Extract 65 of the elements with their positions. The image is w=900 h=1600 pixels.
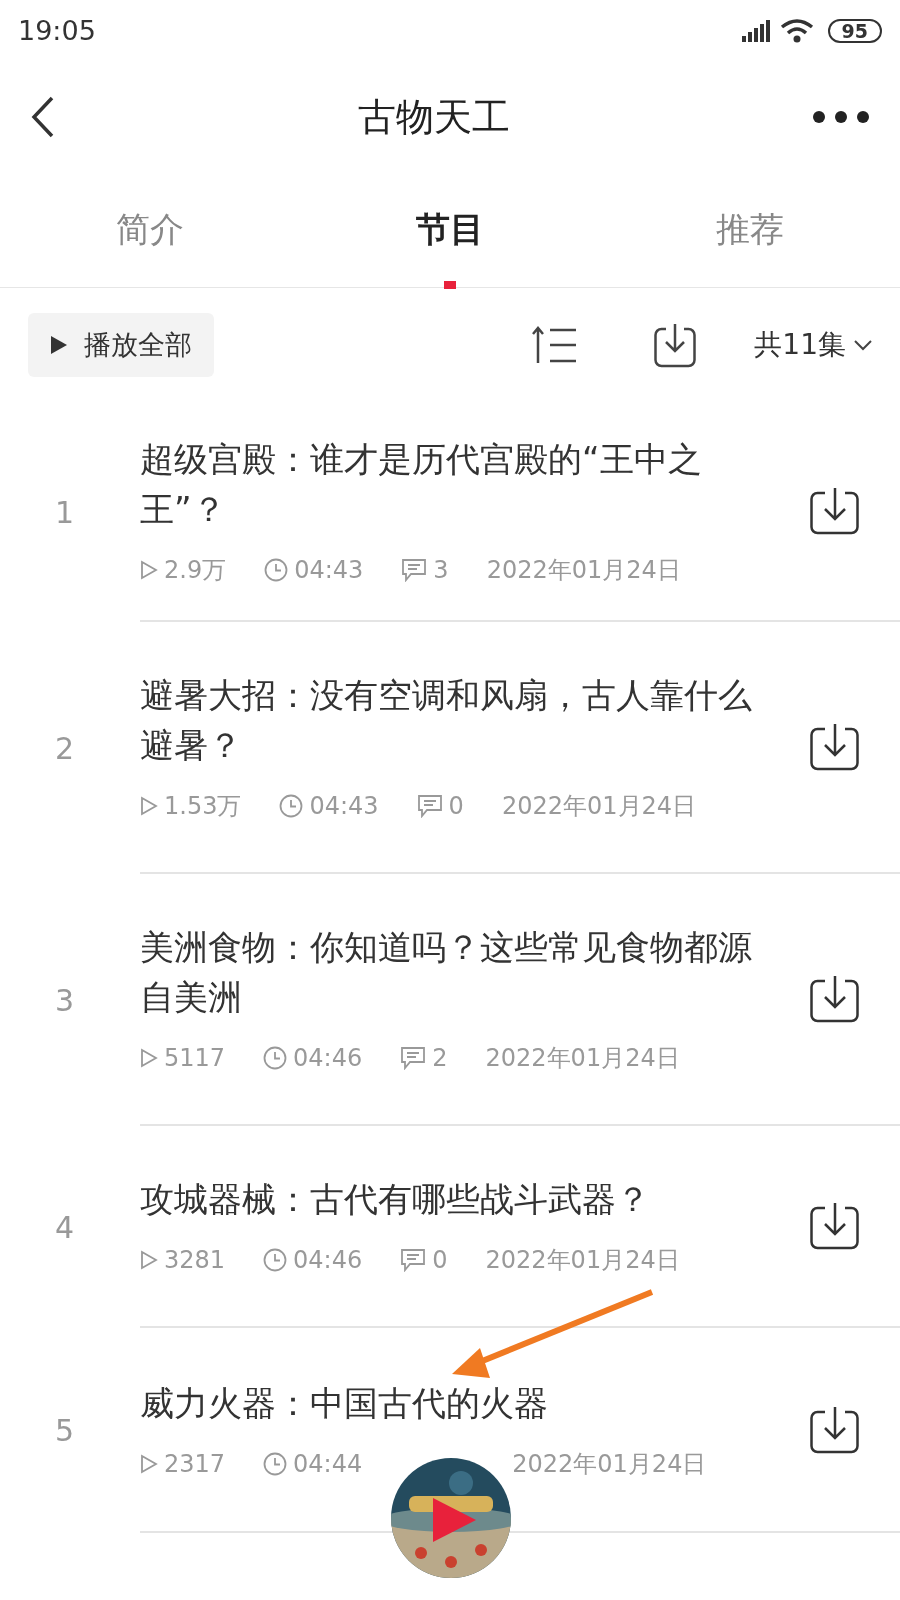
play-count: 2.9万: [164, 555, 227, 586]
play-count: 5117: [164, 1043, 226, 1074]
comment-icon: [416, 794, 443, 818]
play-icon: [140, 1250, 158, 1270]
episode-title[interactable]: 攻城器械：古代有哪些战斗武器？: [140, 1174, 780, 1224]
publish-date: 2022年01月24日: [485, 1043, 680, 1074]
comment-count: 0: [448, 791, 464, 822]
comment-count: 0: [432, 1245, 448, 1276]
tab[interactable]: 简介: [116, 204, 184, 255]
download-icon[interactable]: [810, 723, 860, 771]
download-icon[interactable]: [654, 322, 697, 368]
comment-icon: [400, 1248, 427, 1272]
play-count: 2317: [164, 1448, 226, 1480]
more-icon[interactable]: [812, 110, 870, 124]
episode-number: 4: [55, 1208, 76, 1247]
status-time: 19:05: [18, 13, 96, 48]
clock-icon: [263, 1046, 288, 1070]
clock-icon: [279, 794, 304, 818]
publish-date: 2022年01月24日: [485, 1245, 680, 1276]
play-icon: [140, 1048, 158, 1068]
clock-icon: [263, 1451, 288, 1476]
episode-number: 2: [55, 729, 76, 768]
play-icon: [140, 560, 158, 580]
tab-indicator: [444, 281, 456, 289]
play-icon: [50, 335, 68, 355]
clock-icon: [263, 1248, 288, 1272]
comment-count: 3: [433, 555, 449, 586]
duration: 04:46: [293, 1043, 363, 1074]
play-count: 1.53万: [164, 791, 242, 822]
play-all-button[interactable]: 播放全部: [28, 312, 214, 378]
duration: 04:46: [293, 1245, 363, 1276]
episode-count-dropdown[interactable]: 共11集: [754, 324, 872, 366]
download-icon[interactable]: [810, 1405, 860, 1454]
page-title: 古物天工: [358, 93, 510, 141]
duration: 04:44: [293, 1448, 363, 1480]
publish-date: 2022年01月24日: [512, 1448, 707, 1480]
comment-count: 2: [432, 1043, 448, 1074]
episode-title[interactable]: 美洲食物：你知道吗？这些常见食物都源自美洲: [140, 922, 780, 1022]
tab[interactable]: 推荐: [716, 204, 784, 255]
episode-number: 5: [55, 1412, 76, 1450]
episode-number: 1: [55, 493, 76, 532]
episode-number: 3: [55, 981, 76, 1020]
duration: 04:43: [309, 791, 379, 822]
episode-title[interactable]: 超级宫殿：谁才是历代宫殿的“王中之王”？: [140, 434, 780, 534]
tab[interactable]: 节目: [416, 204, 484, 255]
battery-indicator: 95: [827, 19, 882, 43]
back-icon[interactable]: [30, 95, 56, 139]
publish-date: 2022年01月24日: [501, 791, 697, 822]
comment-icon: [400, 1046, 427, 1070]
play-icon: [140, 796, 158, 816]
episode-title[interactable]: 避暑大招：没有空调和风扇，古人靠什么避暑？: [140, 670, 780, 770]
wifi-icon: [779, 18, 814, 44]
signal-icon: [741, 20, 772, 42]
duration: 04:43: [294, 555, 364, 586]
clock-icon: [264, 558, 289, 582]
play-icon: [140, 1453, 158, 1474]
episode-title[interactable]: 威力火器：中国古代的火器: [140, 1377, 780, 1428]
chevron-down-icon: [854, 339, 872, 351]
play-count: 3281: [164, 1245, 226, 1276]
download-icon[interactable]: [810, 975, 860, 1023]
download-icon[interactable]: [810, 487, 860, 535]
comment-icon: [401, 558, 428, 582]
sort-icon[interactable]: [532, 325, 579, 365]
download-icon[interactable]: [810, 1202, 860, 1250]
publish-date: 2022年01月24日: [486, 555, 681, 586]
